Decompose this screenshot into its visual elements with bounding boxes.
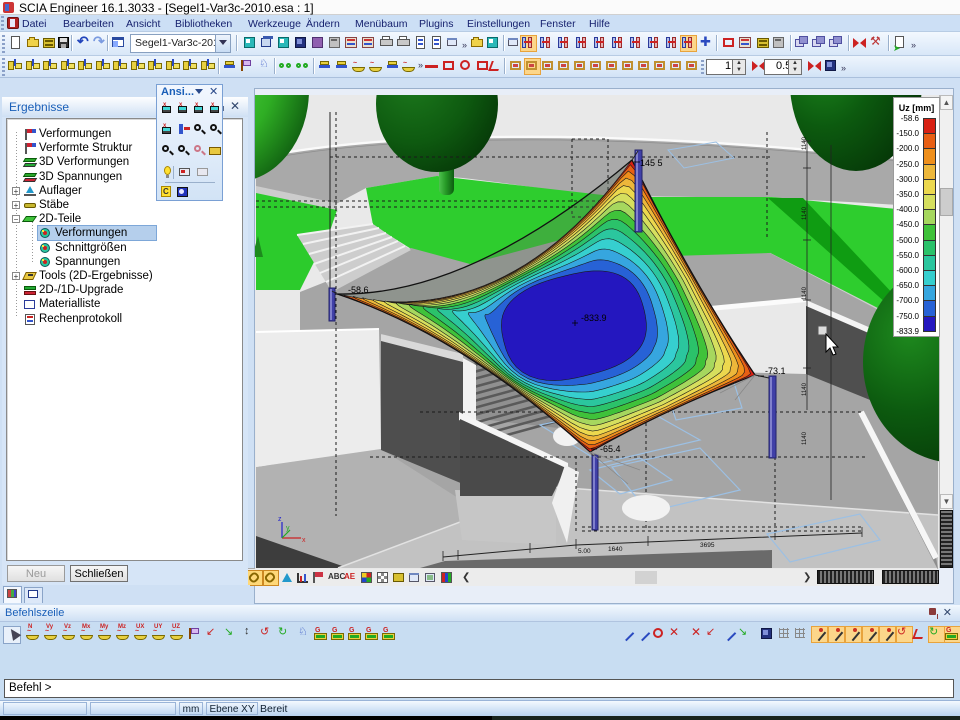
svg-text:z: z xyxy=(278,516,282,523)
svg-text:5.00: 5.00 xyxy=(578,548,591,555)
svg-text:-833.9: -833.9 xyxy=(581,313,607,323)
svg-text:1140: 1140 xyxy=(802,136,808,150)
svg-text:1140: 1140 xyxy=(802,382,808,396)
svg-text:3695: 3695 xyxy=(700,542,715,549)
svg-text:-73.1: -73.1 xyxy=(765,366,786,376)
svg-text:1640: 1640 xyxy=(608,546,623,553)
svg-text:145 5: 145 5 xyxy=(640,158,663,168)
svg-text:x: x xyxy=(302,537,306,544)
svg-text:y: y xyxy=(286,525,290,532)
svg-text:1140: 1140 xyxy=(802,431,808,445)
svg-text:1140: 1140 xyxy=(802,286,808,300)
svg-text:1140: 1140 xyxy=(802,206,808,220)
svg-text:-65.4: -65.4 xyxy=(600,444,621,454)
svg-text:-58.6: -58.6 xyxy=(348,285,369,295)
